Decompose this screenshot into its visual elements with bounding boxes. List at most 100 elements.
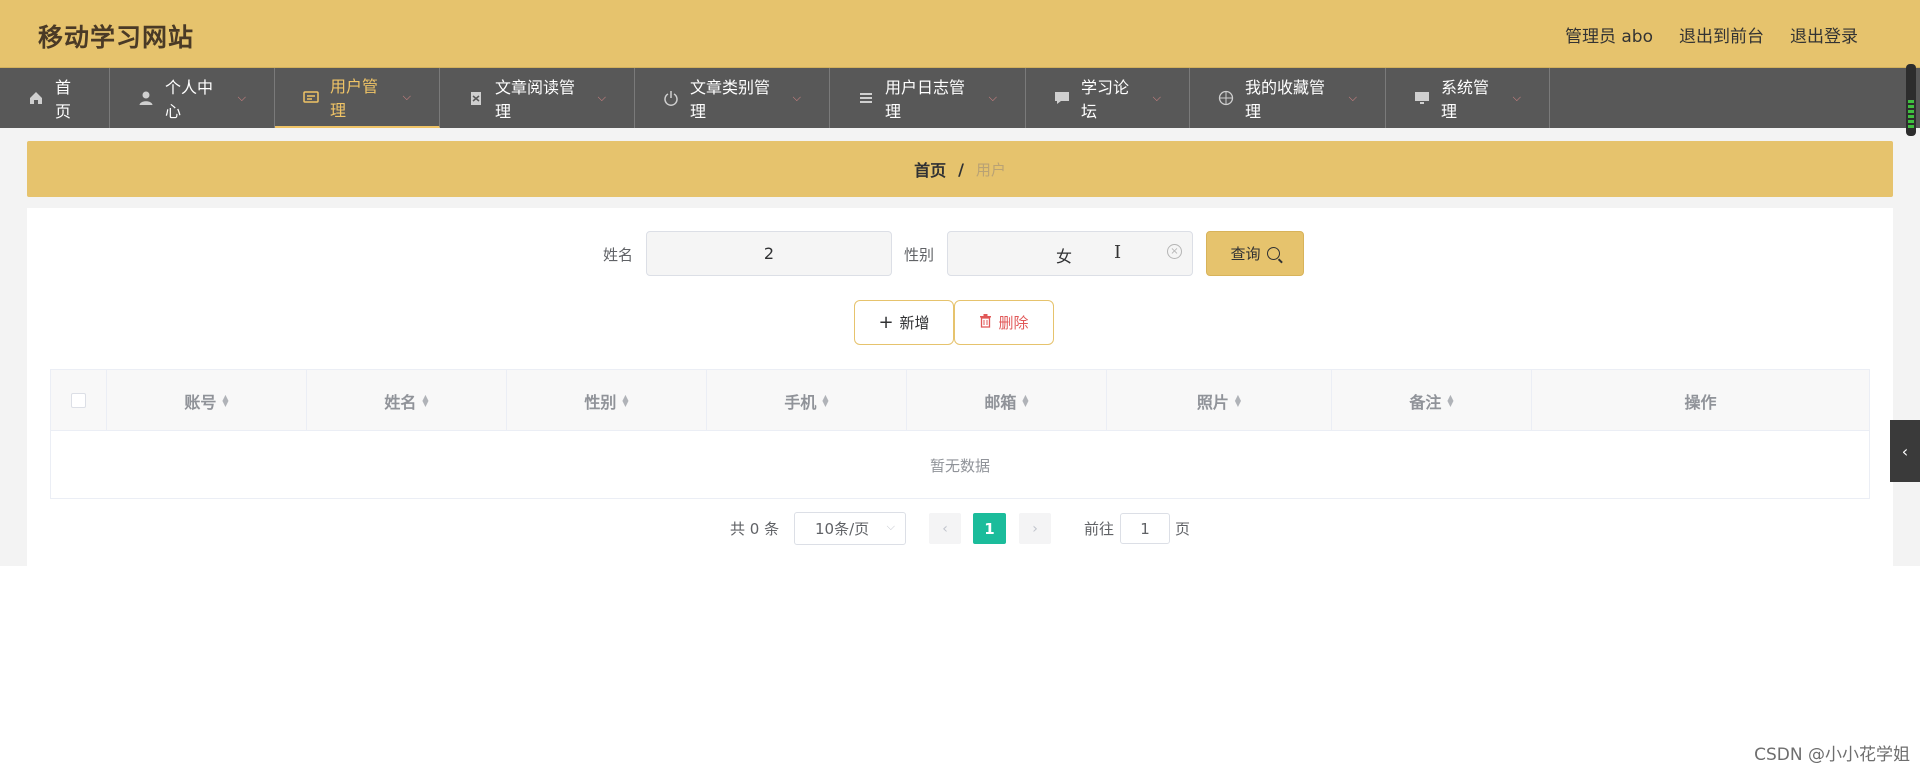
side-panel-toggle[interactable]: ‹ xyxy=(1890,420,1920,482)
column-title: 手机 xyxy=(784,392,817,412)
column-header-email[interactable]: 邮箱 ▲ ▼ xyxy=(907,370,1107,431)
plus-icon: + xyxy=(878,312,894,333)
home-icon xyxy=(28,90,44,106)
id-card-icon xyxy=(303,89,319,105)
add-button[interactable]: + 新增 xyxy=(854,300,954,345)
sort-icon[interactable]: ▲ ▼ xyxy=(1022,393,1028,407)
column-title: 操作 xyxy=(1684,392,1717,412)
select-all-checkbox[interactable] xyxy=(71,393,86,408)
chevron-down-icon: ⌵ xyxy=(886,520,895,533)
column-header-account[interactable]: 账号 ▲ ▼ xyxy=(107,370,307,431)
sort-icon[interactable]: ▲ ▼ xyxy=(222,393,228,407)
nav-item-favorites[interactable]: 我的收藏管理 ⌵ xyxy=(1190,68,1386,128)
sort-icon[interactable]: ▲ ▼ xyxy=(1235,393,1241,407)
column-title: 邮箱 xyxy=(984,392,1017,412)
pagination-total: 共 0 条 xyxy=(730,520,780,538)
column-title: 姓名 xyxy=(384,392,417,412)
chevron-right-icon: › xyxy=(1032,520,1038,537)
power-icon xyxy=(663,90,679,106)
chevron-down-icon: ⌵ xyxy=(988,91,997,104)
chevron-down-icon: ⌵ xyxy=(1152,91,1161,104)
nav-item-personal-center[interactable]: 个人中心 ⌵ xyxy=(110,68,275,128)
name-field-label: 姓名 xyxy=(603,246,634,264)
column-header-name[interactable]: 姓名 ▲ ▼ xyxy=(307,370,507,431)
nav-item-label: 学习论坛 xyxy=(1081,78,1130,121)
nav-item-label: 文章阅读管理 xyxy=(495,78,576,121)
chevron-down-icon: ⌵ xyxy=(792,91,801,104)
table-header: 账号 ▲ ▼ 姓名 ▲ ▼ 性别 ▲ ▼ 手机 ▲ ▼ 邮箱 ▲ ▼ 照片 ▲ ▼ 备注 ▲… xyxy=(51,370,1869,431)
nav-item-label: 我的收藏管理 xyxy=(1245,78,1326,121)
sort-icon[interactable]: ▲ ▼ xyxy=(822,393,828,407)
nav-item-user-log[interactable]: 用户日志管理 ⌵ xyxy=(830,68,1026,128)
watermark-text: CSDN @小小花学姐 xyxy=(1754,745,1910,765)
nav-item-article-category[interactable]: 文章类别管理 ⌵ xyxy=(635,68,830,128)
nav-item-system[interactable]: 系统管理 ⌵ xyxy=(1386,68,1550,128)
header-links: 管理员 abo 退出到前台 退出登录 xyxy=(1565,22,1858,47)
sort-icon[interactable]: ▲ ▼ xyxy=(622,393,628,407)
goto-page-input[interactable]: 1 xyxy=(1120,513,1170,544)
query-button[interactable]: 查询 xyxy=(1206,231,1304,276)
goto-label: 前往 xyxy=(1084,520,1115,538)
breadcrumb-home[interactable]: 首页 xyxy=(914,157,946,181)
text-cursor-icon: I xyxy=(1114,242,1122,263)
nav-item-home[interactable]: 首页 xyxy=(0,68,110,128)
monitor-icon xyxy=(1414,90,1430,106)
main-nav: 首页 个人中心 ⌵ 用户管理 ⌵ 文章阅读管理 ⌵ 文章类别管理 ⌵ 用户日志管… xyxy=(0,68,1920,128)
page-size-select[interactable]: 10条/页 ⌵ xyxy=(794,512,906,545)
column-header-actions: 操作 xyxy=(1532,370,1869,431)
column-header-gender[interactable]: 性别 ▲ ▼ xyxy=(507,370,707,431)
column-title: 账号 xyxy=(184,392,217,412)
nav-item-label: 用户管理 xyxy=(330,77,379,120)
exit-to-front-link[interactable]: 退出到前台 xyxy=(1679,22,1764,47)
empty-table-text: 暂无数据 xyxy=(929,456,990,475)
column-header-phone[interactable]: 手机 ▲ ▼ xyxy=(707,370,907,431)
top-header: 移动学习网站 管理员 abo 退出到前台 退出登录 xyxy=(0,0,1920,68)
clear-input-icon[interactable]: × xyxy=(1167,244,1182,259)
delete-button-label: 删除 xyxy=(998,314,1029,332)
column-title: 备注 xyxy=(1409,392,1442,412)
breadcrumb-separator: / xyxy=(958,159,964,179)
nav-item-user-management[interactable]: 用户管理 ⌵ xyxy=(275,68,440,128)
logout-link[interactable]: 退出登录 xyxy=(1790,22,1858,47)
sort-icon[interactable]: ▲ ▼ xyxy=(1447,393,1453,407)
page-size-value: 10条/页 xyxy=(815,520,870,538)
column-title: 照片 xyxy=(1196,392,1229,412)
breadcrumb: 首页 / 用户 xyxy=(27,141,1893,197)
next-page-button[interactable]: › xyxy=(1019,513,1051,544)
chevron-down-icon: ⌵ xyxy=(402,90,411,103)
column-header-remark[interactable]: 备注 ▲ ▼ xyxy=(1332,370,1532,431)
select-all-cell xyxy=(51,370,107,431)
gender-field-label: 性别 xyxy=(904,246,935,264)
site-title: 移动学习网站 xyxy=(38,23,195,52)
chevron-down-icon: ⌵ xyxy=(597,91,606,104)
user-icon xyxy=(138,90,154,106)
name-search-input[interactable]: 2 xyxy=(646,231,892,276)
chevron-down-icon: ⌵ xyxy=(1348,91,1357,104)
page-number-active[interactable]: 1 xyxy=(973,513,1006,544)
search-icon xyxy=(1266,247,1280,260)
user-table: 账号 ▲ ▼ 姓名 ▲ ▼ 性别 ▲ ▼ 手机 ▲ ▼ 邮箱 ▲ ▼ 照片 ▲ ▼ 备注 ▲… xyxy=(50,369,1870,499)
nav-item-forum[interactable]: 学习论坛 ⌵ xyxy=(1026,68,1190,128)
compass-icon xyxy=(1218,90,1234,106)
nav-item-label: 文章类别管理 xyxy=(690,78,771,121)
chevron-down-icon: ⌵ xyxy=(1512,91,1521,104)
delete-button[interactable]: 删除 xyxy=(954,300,1054,345)
column-header-photo[interactable]: 照片 ▲ ▼ xyxy=(1107,370,1332,431)
chat-icon xyxy=(1054,90,1070,106)
nav-item-article-reading[interactable]: 文章阅读管理 ⌵ xyxy=(440,68,635,128)
gender-search-input[interactable]: 女 × xyxy=(947,231,1193,276)
gender-input-value: 女 xyxy=(1056,247,1073,266)
breadcrumb-current: 用户 xyxy=(975,160,1006,179)
page-suffix-label: 页 xyxy=(1175,520,1191,538)
prev-page-button[interactable]: ‹ xyxy=(929,513,961,544)
sort-icon[interactable]: ▲ ▼ xyxy=(422,393,428,407)
add-button-label: 新增 xyxy=(899,314,930,332)
nav-item-label: 系统管理 xyxy=(1441,78,1490,121)
column-title: 性别 xyxy=(584,392,617,412)
nav-item-label: 用户日志管理 xyxy=(885,78,966,121)
nav-item-label: 个人中心 xyxy=(165,78,214,121)
list-icon xyxy=(858,90,874,106)
trash-icon xyxy=(979,313,992,332)
name-input-value: 2 xyxy=(763,244,775,263)
scrollbar-thumb[interactable] xyxy=(1906,64,1916,136)
